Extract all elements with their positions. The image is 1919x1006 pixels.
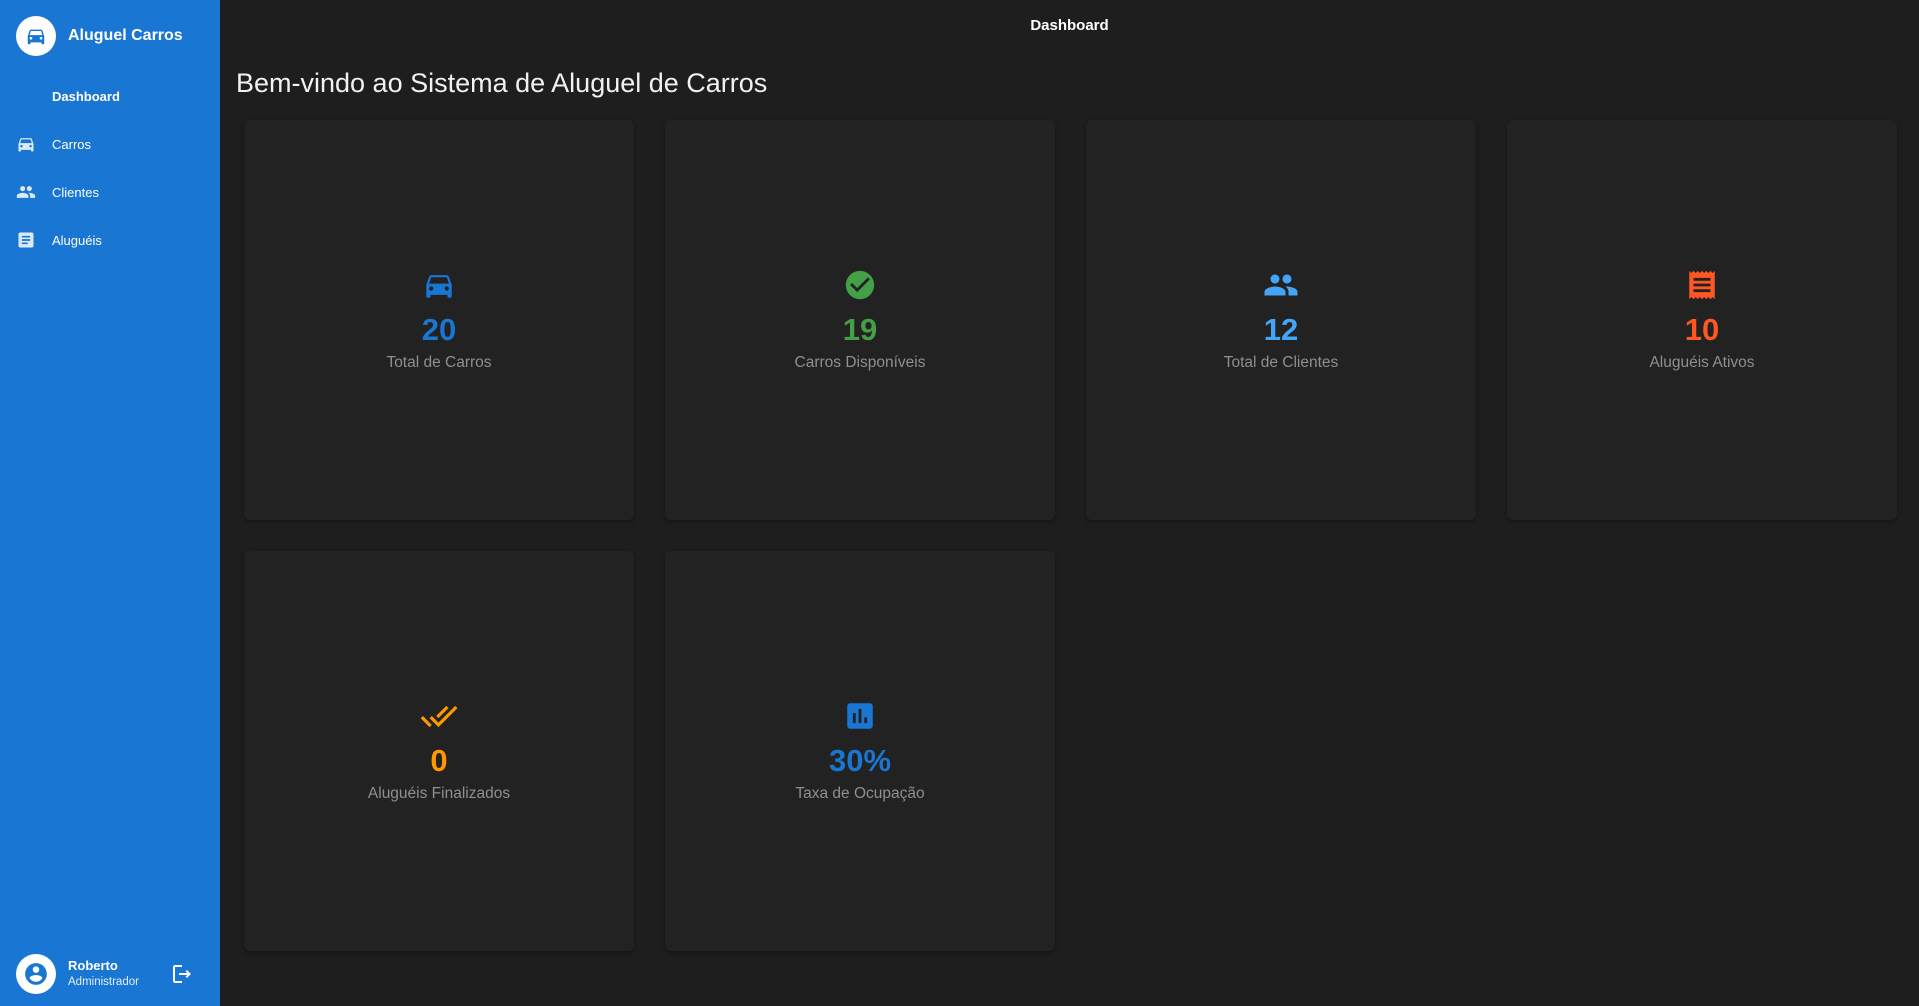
topbar: Dashboard <box>220 0 1919 50</box>
check-circle-icon <box>843 268 877 302</box>
list-icon <box>16 230 36 250</box>
app-root: Aluguel Carros Dashboard Carros Clientes <box>0 0 1919 1006</box>
stat-card-carros-disponiveis: 19 Carros Disponíveis <box>665 120 1055 520</box>
stat-label: Total de Carros <box>386 354 492 371</box>
stat-label: Aluguéis Finalizados <box>367 785 511 802</box>
avatar[interactable] <box>16 954 56 994</box>
logout-icon <box>173 965 191 983</box>
sidebar-nav: Dashboard Carros Clientes Aluguéis <box>0 72 220 264</box>
stat-label: Taxa de Ocupação <box>795 785 925 802</box>
user-name: Roberto <box>68 958 118 974</box>
stat-label: Aluguéis Ativos <box>1649 354 1755 371</box>
stat-card-alugueis-ativos: 10 Aluguéis Ativos <box>1507 120 1897 520</box>
welcome-heading: Bem-vindo ao Sistema de Aluguel de Carro… <box>236 68 768 98</box>
stat-card-alugueis-finalizados: 0 Aluguéis Finalizados <box>244 551 634 951</box>
main-content: Dashboard Bem-vindo ao Sistema de Alugue… <box>220 0 1919 1006</box>
stat-value: 10 <box>1684 312 1720 347</box>
car-icon <box>27 29 45 45</box>
stat-card-total-carros: 20 Total de Carros <box>244 120 634 520</box>
sidebar-item-label: Aluguéis <box>52 232 102 248</box>
app-title: Aluguel Carros <box>68 27 183 44</box>
sidebar-item-alugueis[interactable]: Aluguéis <box>0 216 220 264</box>
stat-value: 19 <box>842 312 878 347</box>
sidebar-item-carros[interactable]: Carros <box>0 120 220 168</box>
stat-value: 0 <box>430 743 448 778</box>
sidebar: Aluguel Carros Dashboard Carros Clientes <box>0 0 220 1006</box>
user-role: Administrador <box>68 975 139 988</box>
page-title: Dashboard <box>1030 16 1109 34</box>
stat-value: 20 <box>421 312 457 347</box>
person-icon <box>25 963 47 985</box>
stat-value: 30% <box>828 743 892 778</box>
stat-card-taxa-ocupacao: 30% Taxa de Ocupação <box>665 551 1055 951</box>
stat-label: Total de Clientes <box>1223 354 1339 371</box>
car-icon <box>422 268 456 302</box>
people-icon <box>16 182 36 202</box>
stat-label: Carros Disponíveis <box>794 354 926 371</box>
double-check-icon <box>420 699 458 733</box>
bar-chart-icon <box>843 699 877 733</box>
user-info: Roberto Administrador <box>68 958 139 990</box>
brand[interactable]: Aluguel Carros <box>0 0 220 72</box>
people-icon <box>1263 268 1299 302</box>
sidebar-item-label: Carros <box>52 136 92 152</box>
sidebar-item-label: Clientes <box>52 184 99 200</box>
logout-button[interactable] <box>170 962 194 986</box>
sidebar-item-clientes[interactable]: Clientes <box>0 168 220 216</box>
stat-card-total-clientes: 12 Total de Clientes <box>1086 120 1476 520</box>
stat-value: 12 <box>1263 312 1299 347</box>
car-icon <box>16 134 36 154</box>
sidebar-item-label: Dashboard <box>52 88 120 104</box>
sidebar-item-dashboard[interactable]: Dashboard <box>0 72 220 120</box>
stats-grid: 20 Total de Carros 19 Carros Disponíveis… <box>244 120 1897 951</box>
user-panel: Roberto Administrador <box>16 954 204 994</box>
receipt-icon <box>1685 268 1719 302</box>
brand-avatar <box>16 16 56 56</box>
